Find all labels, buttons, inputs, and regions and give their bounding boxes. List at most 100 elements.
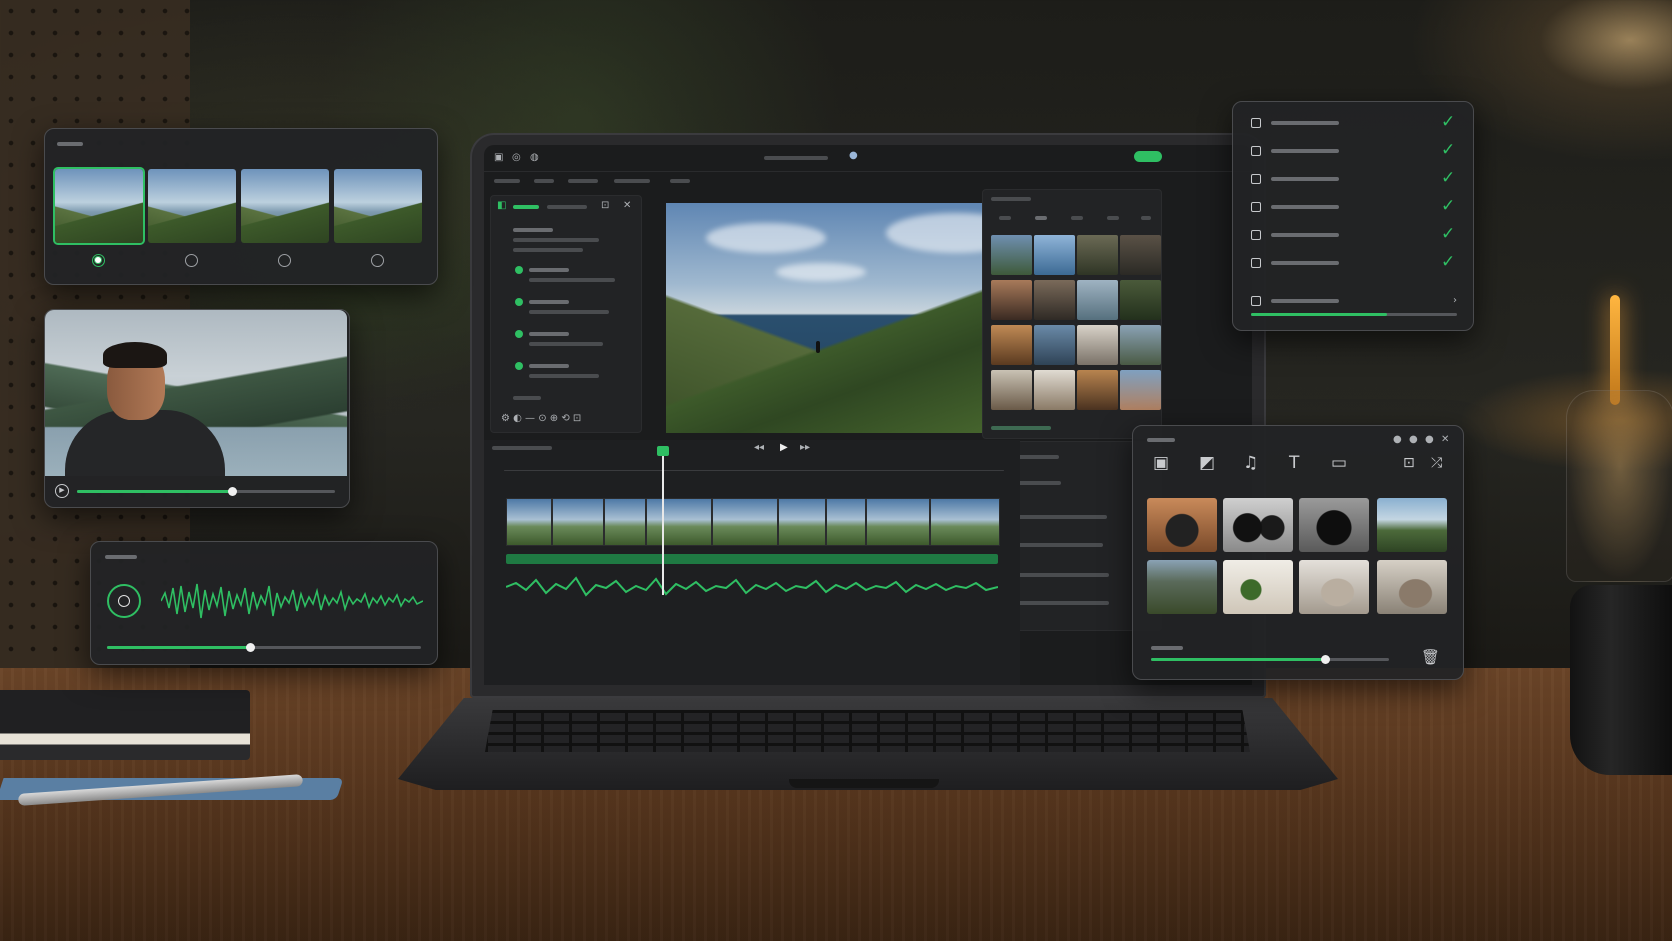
media-thumbnail[interactable] (1034, 370, 1075, 410)
menu-help[interactable] (670, 179, 690, 183)
media-thumbnail[interactable] (991, 280, 1032, 320)
close-icon[interactable]: ✕ (623, 201, 631, 211)
media-thumbnail[interactable] (1077, 370, 1118, 410)
timeline-playhead[interactable] (657, 446, 669, 595)
media-thumbnail[interactable] (1120, 370, 1161, 410)
resize-icon[interactable]: ⊡ (1403, 454, 1415, 472)
history-icon[interactable]: ◍ (530, 153, 539, 163)
media-thumbnail[interactable] (1077, 325, 1118, 365)
properties-tab-active[interactable] (513, 205, 539, 209)
media-filter-tab-active[interactable] (1035, 216, 1047, 220)
task-icon (1251, 258, 1261, 268)
media-thumbnail[interactable] (991, 370, 1032, 410)
toggle-dot[interactable] (515, 266, 523, 274)
toggle-dot[interactable] (515, 330, 523, 338)
media-item-interior[interactable] (1377, 560, 1447, 614)
media-item-armchair[interactable] (1299, 560, 1369, 614)
expand-icon[interactable]: ⊡ (601, 201, 609, 211)
close-icon[interactable]: ✕ (1441, 435, 1449, 445)
menu-edit[interactable] (534, 179, 554, 183)
thumbnail-option[interactable] (148, 169, 236, 243)
media-thumbnail[interactable] (991, 235, 1032, 275)
export-button[interactable] (1134, 151, 1162, 162)
thumbnail-radio[interactable] (371, 254, 384, 267)
video-clip[interactable] (930, 498, 1000, 546)
media-item-camera-rig[interactable] (1299, 498, 1369, 552)
media-item-landscape[interactable] (1377, 498, 1447, 552)
audio-volume-knob[interactable] (246, 643, 255, 652)
panel-toolbar-icons[interactable]: ⚙ ◐ — ⊙ ⊕ ⟲ ⊡ (501, 414, 581, 424)
video-clip[interactable] (866, 498, 930, 546)
media-scrollbar[interactable] (991, 426, 1051, 430)
toggle-dot[interactable] (515, 298, 523, 306)
video-clip[interactable] (712, 498, 778, 546)
music-note-icon[interactable]: ♫ (1243, 454, 1258, 472)
photo-icon[interactable]: ◩ (1199, 454, 1215, 472)
image-icon[interactable]: ▣ (1153, 454, 1169, 472)
window-control-icon[interactable]: ● (1393, 435, 1402, 445)
video-clip[interactable] (604, 498, 646, 546)
video-clip[interactable] (552, 498, 604, 546)
media-filter-tab[interactable] (999, 216, 1011, 220)
portrait-video[interactable] (45, 310, 347, 476)
audio-track-1[interactable] (506, 554, 998, 564)
window-control-icon[interactable]: ● (1409, 435, 1418, 445)
folder-icon[interactable]: ▭ (1331, 454, 1347, 472)
thumbnail-radio-selected[interactable] (92, 254, 105, 267)
thumbnail-option[interactable] (55, 169, 143, 243)
chevron-right-icon[interactable]: › (1453, 296, 1457, 306)
panel-title (57, 142, 83, 146)
shuffle-icon[interactable]: ⤮ (1431, 454, 1442, 472)
record-icon[interactable] (107, 584, 141, 618)
background-lamp (1610, 295, 1620, 405)
media-thumbnail[interactable] (1077, 235, 1118, 275)
play-icon[interactable]: ▶ (780, 443, 788, 453)
media-thumbnail[interactable] (1034, 280, 1075, 320)
menu-view[interactable] (568, 179, 598, 183)
menu-icon[interactable]: ▣ (494, 153, 503, 163)
media-item-mountain[interactable] (1147, 560, 1217, 614)
properties-tab[interactable] (547, 205, 587, 209)
media-thumbnail[interactable] (1120, 235, 1161, 275)
thumbnail-option[interactable] (241, 169, 329, 243)
task-label (1271, 205, 1339, 209)
media-thumbnail[interactable] (1120, 325, 1161, 365)
thumbnail-option[interactable] (334, 169, 422, 243)
media-thumbnail[interactable] (1120, 280, 1161, 320)
timeline-ruler[interactable] (504, 470, 1004, 471)
menu-file[interactable] (494, 179, 520, 183)
layers-icon[interactable]: ◧ (497, 201, 506, 211)
audio-waveform[interactable] (506, 574, 998, 600)
cloud-sync-icon[interactable]: ● (849, 151, 858, 161)
portrait-progress-knob[interactable] (227, 487, 237, 496)
next-frame-icon[interactable]: ▸▸ (800, 443, 810, 453)
media-item-camera[interactable] (1147, 498, 1217, 552)
task-label (1271, 233, 1339, 237)
trash-icon[interactable]: 🗑 (1421, 648, 1440, 666)
video-clip[interactable] (826, 498, 866, 546)
window-control-icon[interactable]: ● (1425, 435, 1434, 445)
media-item-plant-room[interactable] (1223, 560, 1293, 614)
thumbnail-radio[interactable] (278, 254, 291, 267)
media-thumbnail[interactable] (991, 325, 1032, 365)
menu-clip[interactable] (614, 179, 650, 183)
play-icon[interactable]: ▶ (55, 484, 69, 498)
video-clip[interactable] (778, 498, 826, 546)
toggle-dot[interactable] (515, 362, 523, 370)
settings-icon[interactable]: ◎ (512, 153, 521, 163)
checkmark-icon: ✓ (1441, 196, 1456, 216)
video-clip[interactable] (506, 498, 552, 546)
media-filter-tab[interactable] (1107, 216, 1119, 220)
media-item-lens[interactable] (1223, 498, 1293, 552)
media-thumbnail[interactable] (1077, 280, 1118, 320)
media-filter-tab[interactable] (1071, 216, 1083, 220)
previous-frame-icon[interactable]: ◂◂ (754, 443, 764, 453)
thumbnail-radio[interactable] (185, 254, 198, 267)
media-library-title (991, 197, 1031, 201)
upload-progress-knob[interactable] (1321, 655, 1330, 664)
media-filter-tab[interactable] (1141, 216, 1151, 220)
media-thumbnail[interactable] (1034, 325, 1075, 365)
text-icon[interactable]: T (1289, 454, 1299, 472)
video-clip[interactable] (646, 498, 712, 546)
media-thumbnail[interactable] (1034, 235, 1075, 275)
